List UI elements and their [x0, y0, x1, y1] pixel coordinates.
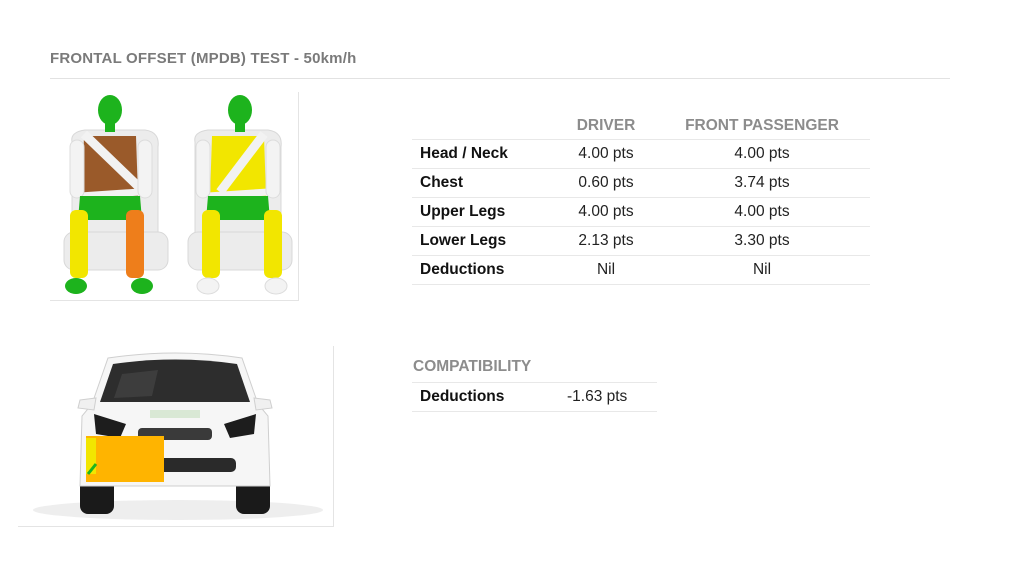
driver-foot-left	[65, 278, 87, 294]
compatibility-title: COMPATIBILITY	[413, 358, 532, 375]
passenger-head	[228, 95, 252, 125]
section-title: FRONTAL OFFSET (MPDB) TEST - 50km/h	[50, 50, 357, 67]
row-label: Deductions	[412, 255, 558, 285]
passenger-value: 4.00 pts	[654, 197, 870, 227]
driver-value: Nil	[558, 255, 654, 285]
compatibility-label: Deductions	[420, 388, 505, 405]
driver-value: 4.00 pts	[558, 197, 654, 227]
passenger-lower-leg-left	[202, 210, 220, 278]
passenger-foot-left	[196, 277, 220, 295]
row-label: Upper Legs	[412, 197, 558, 227]
column-header-passenger: FRONT PASSENGER	[654, 112, 870, 140]
compatibility-value: -1.63 pts	[567, 388, 628, 405]
row-label: Chest	[412, 168, 558, 198]
driver-foot-right	[131, 278, 153, 294]
title-divider	[50, 78, 950, 79]
driver-value: 0.60 pts	[558, 168, 654, 198]
column-header-driver: DRIVER	[558, 112, 654, 140]
table-row: Head / Neck 4.00 pts 4.00 pts	[412, 139, 870, 169]
passenger-lower-leg-right	[264, 210, 282, 278]
driver-value: 2.13 pts	[558, 226, 654, 256]
compatibility-row: Deductions -1.63 pts	[412, 383, 657, 412]
passenger-dummy	[187, 95, 293, 295]
passenger-foot-right	[264, 277, 288, 295]
barrier-deformation	[86, 436, 164, 482]
driver-lower-leg-left	[70, 210, 88, 278]
row-label: Head / Neck	[412, 139, 558, 169]
driver-dummy	[63, 95, 169, 294]
table-row: Deductions Nil Nil	[412, 255, 870, 285]
table-row: Upper Legs 4.00 pts 4.00 pts	[412, 197, 870, 227]
column-header-empty	[412, 112, 558, 140]
table-row: Lower Legs 2.13 pts 3.30 pts	[412, 226, 870, 256]
driver-lower-leg-right	[126, 210, 144, 278]
passenger-value: Nil	[654, 255, 870, 285]
row-label: Lower Legs	[412, 226, 558, 256]
car-compatibility-diagram	[18, 346, 334, 527]
table-header-row: DRIVER FRONT PASSENGER	[412, 112, 870, 140]
passenger-value: 3.74 pts	[654, 168, 870, 198]
passenger-value: 4.00 pts	[654, 139, 870, 169]
table-row: Chest 0.60 pts 3.74 pts	[412, 168, 870, 198]
driver-head	[98, 95, 122, 125]
driver-value: 4.00 pts	[558, 139, 654, 169]
frontal-results-table: DRIVER FRONT PASSENGER Head / Neck 4.00 …	[412, 112, 870, 285]
passenger-value: 3.30 pts	[654, 226, 870, 256]
dummy-injury-diagram	[50, 92, 299, 301]
